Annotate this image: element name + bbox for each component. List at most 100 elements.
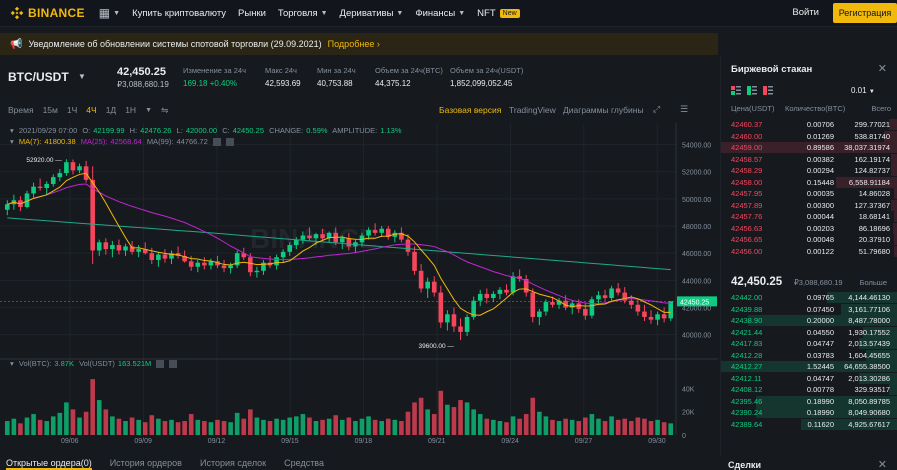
close-icon[interactable]: ✕ — [878, 458, 887, 470]
notice-more-link[interactable]: Подробнее › — [328, 39, 380, 49]
orderbook-bids-row[interactable]: 42412.28 0.03783 1,604.45655 — [721, 349, 897, 361]
orderbook-bids-row[interactable]: 42442.00 0.09765 4,144.46130 — [721, 292, 897, 303]
settings-icon[interactable] — [212, 138, 221, 147]
orderbook-asks-row[interactable]: 42456.65 0.00048 20.37910 — [721, 234, 897, 245]
orderbook-bids-row[interactable]: 42408.12 0.00778 329.93517 — [721, 384, 897, 395]
nav-item-4[interactable]: Финансы ▼ — [415, 8, 465, 19]
timeframe-3[interactable]: 4Ч — [86, 105, 96, 115]
login-link[interactable]: Войти — [792, 7, 819, 18]
candle-body — [635, 304, 641, 312]
orderbook-asks-row[interactable]: 42458.29 0.00294 124.82737 — [721, 165, 897, 176]
nav-item-0[interactable]: Купить криптовалюту — [132, 8, 226, 19]
nav-item-2[interactable]: Торговля ▼ — [278, 8, 328, 19]
volume-bar — [333, 415, 339, 435]
orderbook-asks-row[interactable]: 42457.95 0.00035 14.86028 — [721, 188, 897, 199]
timeframe-5[interactable]: 1Н — [125, 105, 136, 115]
orderbook-bids-row[interactable]: 42417.83 0.04747 2,013.57439 — [721, 338, 897, 349]
orderbook-asks-row[interactable]: 42457.76 0.00044 18.68141 — [721, 211, 897, 222]
orderbook-asks-row[interactable]: 42456.00 0.00122 51.79680 — [721, 245, 897, 257]
orderbook-bids-row[interactable]: 42438.90 0.20000 8,487.78000 — [721, 315, 897, 326]
orderbook-asks-row[interactable]: 42460.37 0.00706 299.77021 — [721, 119, 897, 130]
volume-bar — [254, 417, 260, 435]
chevron-down-icon: ▼ — [396, 9, 404, 17]
orderbook-asks-row[interactable]: 42459.00 0.89586 38,037.31974 — [721, 142, 897, 153]
orders-tab-1[interactable]: История ордеров — [110, 458, 182, 470]
close-icon[interactable] — [169, 360, 178, 369]
chart-view-0[interactable]: Базовая версия — [439, 105, 501, 115]
orderbook-asks-row[interactable]: 42460.00 0.01269 538.81740 — [721, 130, 897, 142]
nav-item-3[interactable]: Деривативы ▼ — [340, 8, 404, 19]
volume-bar — [563, 418, 568, 435]
orderbook-bids-row[interactable]: 42412.27 1.52445 64,655.38500 — [721, 361, 897, 372]
fullscreen-icon[interactable]: ⤢ — [653, 104, 660, 115]
depth-bar — [889, 119, 897, 130]
orders-tab-3[interactable]: Средства — [284, 458, 324, 470]
orderbook-bids-row[interactable]: 42395.46 0.18990 8,050.89785 — [721, 395, 897, 407]
volume-bar — [70, 409, 76, 435]
orders-tab-0[interactable]: Открытые ордера(0) — [6, 458, 92, 470]
y-tick-label: 46000.00 — [682, 251, 711, 258]
candlestick-chart-svg[interactable]: 54000.00 52000.00 50000.00 48000.00 46000.00… — [0, 123, 718, 458]
volume-bar — [129, 417, 135, 435]
orderbook-asks-row[interactable]: 42456.63 0.00203 86.18696 — [721, 222, 897, 234]
depth-bar — [890, 165, 897, 176]
orderbook-asks-view-icon[interactable] — [763, 86, 773, 95]
volume-bar — [596, 418, 601, 435]
close-icon[interactable] — [225, 138, 234, 147]
trading-pair[interactable]: BTC/USDT — [8, 70, 69, 84]
volume-bar — [4, 421, 10, 435]
close-icon[interactable]: ✕ — [878, 62, 887, 75]
candle-body — [642, 311, 647, 317]
orderbook-asks-row[interactable]: 42458.57 0.00382 162.19174 — [721, 153, 897, 165]
orderbook-both-view-icon[interactable] — [731, 86, 741, 95]
orderbook-bids-row[interactable]: 42389.64 0.11620 4,925.67617 — [721, 418, 897, 430]
legend-collapse-icon[interactable]: ▾ — [10, 359, 14, 368]
indicator-settings-icon[interactable]: ⇋ — [161, 105, 169, 116]
orderbook-bids-view-icon[interactable] — [747, 86, 757, 95]
candle-body — [313, 234, 319, 239]
candle-body — [31, 186, 36, 194]
price-chart[interactable]: 54000.00 52000.00 50000.00 48000.00 46000.00… — [0, 123, 718, 458]
candle-body — [477, 293, 483, 301]
orderbook-bids-row[interactable]: 42439.88 0.07450 3,161.77106 — [721, 303, 897, 315]
timeframe-1[interactable]: 15м — [43, 105, 58, 115]
volume-bar — [491, 419, 496, 435]
timeframe-4[interactable]: 1Д — [106, 105, 116, 115]
candle-body — [346, 238, 352, 247]
orderbook-asks-row[interactable]: 42457.89 0.00300 127.37367 — [721, 199, 897, 211]
more-link[interactable]: Больше — [860, 278, 887, 287]
volume-bar — [77, 417, 82, 435]
candle-body — [116, 245, 122, 251]
volume-bar — [280, 419, 286, 435]
register-button[interactable]: Регистрация — [833, 3, 897, 23]
legend-collapse-icon[interactable]: ▾ — [10, 137, 14, 146]
chart-view-1[interactable]: TradingView — [509, 105, 556, 115]
candle-body — [162, 254, 168, 259]
chart-view-2[interactable]: Диаграммы глубины — [563, 105, 644, 115]
orderbook-bids-row[interactable]: 42421.44 0.04550 1,930.17552 — [721, 326, 897, 338]
orders-tab-2[interactable]: История сделок — [200, 458, 266, 470]
chevron-down-icon[interactable]: ▼ — [145, 107, 152, 114]
candle-body — [320, 234, 325, 239]
more-options-icon[interactable]: ☰ — [680, 104, 688, 115]
brand-logo[interactable]: BINANCE — [10, 6, 85, 20]
precision-select[interactable]: 0.01 ▼ — [851, 86, 875, 95]
candle-body — [431, 281, 437, 293]
candle-body — [195, 262, 201, 267]
chevron-down-icon[interactable]: ▼ — [78, 72, 86, 81]
apps-grid-icon[interactable]: ▦ — [99, 6, 110, 20]
legend-collapse-icon[interactable]: ▾ — [10, 126, 14, 135]
candle-body — [4, 204, 10, 210]
chevron-down-icon[interactable]: ▼ — [113, 10, 120, 17]
candle-body — [228, 265, 233, 269]
orderbook-bids-row[interactable]: 42390.24 0.18990 8,049.90680 — [721, 407, 897, 418]
timeframe-2[interactable]: 1Ч — [67, 105, 77, 115]
nav-item-5[interactable]: NFT New — [477, 8, 520, 19]
volume-bar — [629, 421, 634, 435]
orderbook-bids-row[interactable]: 42412.11 0.04747 2,013.30286 — [721, 372, 897, 384]
nav-item-1[interactable]: Рынки — [238, 8, 266, 19]
low-annotation: 39600.00 — — [419, 343, 455, 350]
volume-bar — [458, 400, 463, 435]
settings-icon[interactable] — [156, 360, 165, 369]
orderbook-asks-row[interactable]: 42458.00 0.15448 6,558.91184 — [721, 176, 897, 188]
